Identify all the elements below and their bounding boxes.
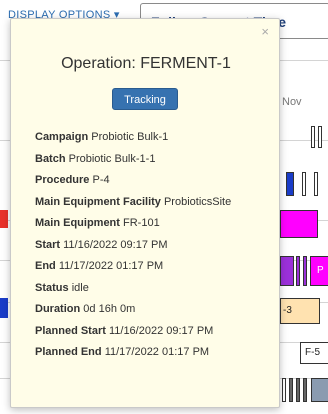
gantt-bar-purple[interactable] bbox=[296, 256, 300, 286]
gantt-bar-stripe[interactable] bbox=[282, 378, 286, 402]
gantt-bar-stripe[interactable] bbox=[311, 126, 315, 148]
detail-row-campaign: Campaign Probiotic Bulk-1 bbox=[35, 131, 169, 143]
gantt-bar-blue[interactable] bbox=[286, 172, 294, 196]
detail-row-status: Status idle bbox=[35, 281, 89, 294]
tracking-button[interactable]: Tracking bbox=[112, 88, 178, 110]
gantt-bar-label: P bbox=[317, 265, 324, 276]
detail-row-start: Start 11/16/2022 09:17 PM bbox=[35, 238, 168, 251]
gantt-bar-slate[interactable] bbox=[311, 378, 328, 402]
gantt-bar-label: F-5 bbox=[305, 347, 320, 358]
operation-details-list: Campaign Probiotic Bulk-1 Batch Probioti… bbox=[35, 131, 275, 368]
detail-row-batch: Batch Probiotic Bulk-1-1 bbox=[35, 152, 156, 165]
operation-details-popup: × Operation: FERMENT-1 Tracking Campaign… bbox=[10, 18, 280, 408]
detail-row-procedure: Procedure P-4 bbox=[35, 174, 110, 186]
detail-row-duration: Duration 0d 16h 0m bbox=[35, 303, 136, 315]
gantt-bar-magenta[interactable] bbox=[280, 210, 318, 238]
gantt-bar-stripe[interactable] bbox=[314, 172, 318, 196]
gantt-bar-blue[interactable] bbox=[0, 298, 8, 318]
detail-row-facility: Main Equipment Facility ProbioticsSite bbox=[35, 195, 232, 208]
detail-row-planned-end: Planned End 11/17/2022 01:17 PM bbox=[35, 346, 210, 358]
gantt-bar-grey[interactable] bbox=[289, 378, 293, 402]
gantt-bar-label: -3 bbox=[283, 305, 292, 316]
gantt-bar-red[interactable] bbox=[0, 210, 8, 228]
detail-row-equipment: Main Equipment FR-101 bbox=[35, 217, 160, 229]
timeline-month-label: Nov bbox=[282, 96, 302, 108]
gantt-bar-peach[interactable]: -3 bbox=[280, 298, 320, 324]
gantt-bar-grey[interactable] bbox=[303, 378, 307, 402]
gantt-bar-stripe[interactable] bbox=[318, 126, 322, 148]
close-icon[interactable]: × bbox=[261, 25, 269, 39]
detail-row-planned-start: Planned Start 11/16/2022 09:17 PM bbox=[35, 324, 214, 337]
detail-row-end: End 11/17/2022 01:17 PM bbox=[35, 260, 164, 272]
gantt-bar-magenta[interactable]: P bbox=[310, 256, 328, 286]
gantt-bar-purple[interactable] bbox=[303, 256, 307, 286]
gantt-bar-white[interactable]: F-5 bbox=[300, 342, 328, 364]
gantt-bar-stripe[interactable] bbox=[302, 172, 306, 196]
gantt-bar-grey[interactable] bbox=[296, 378, 300, 402]
scheduler-view: DISPLAY OPTIONS ▾ Follow Current Time No… bbox=[0, 0, 328, 414]
gantt-bar-purple[interactable] bbox=[280, 256, 294, 286]
popup-title: Operation: FERMENT-1 bbox=[61, 55, 231, 72]
